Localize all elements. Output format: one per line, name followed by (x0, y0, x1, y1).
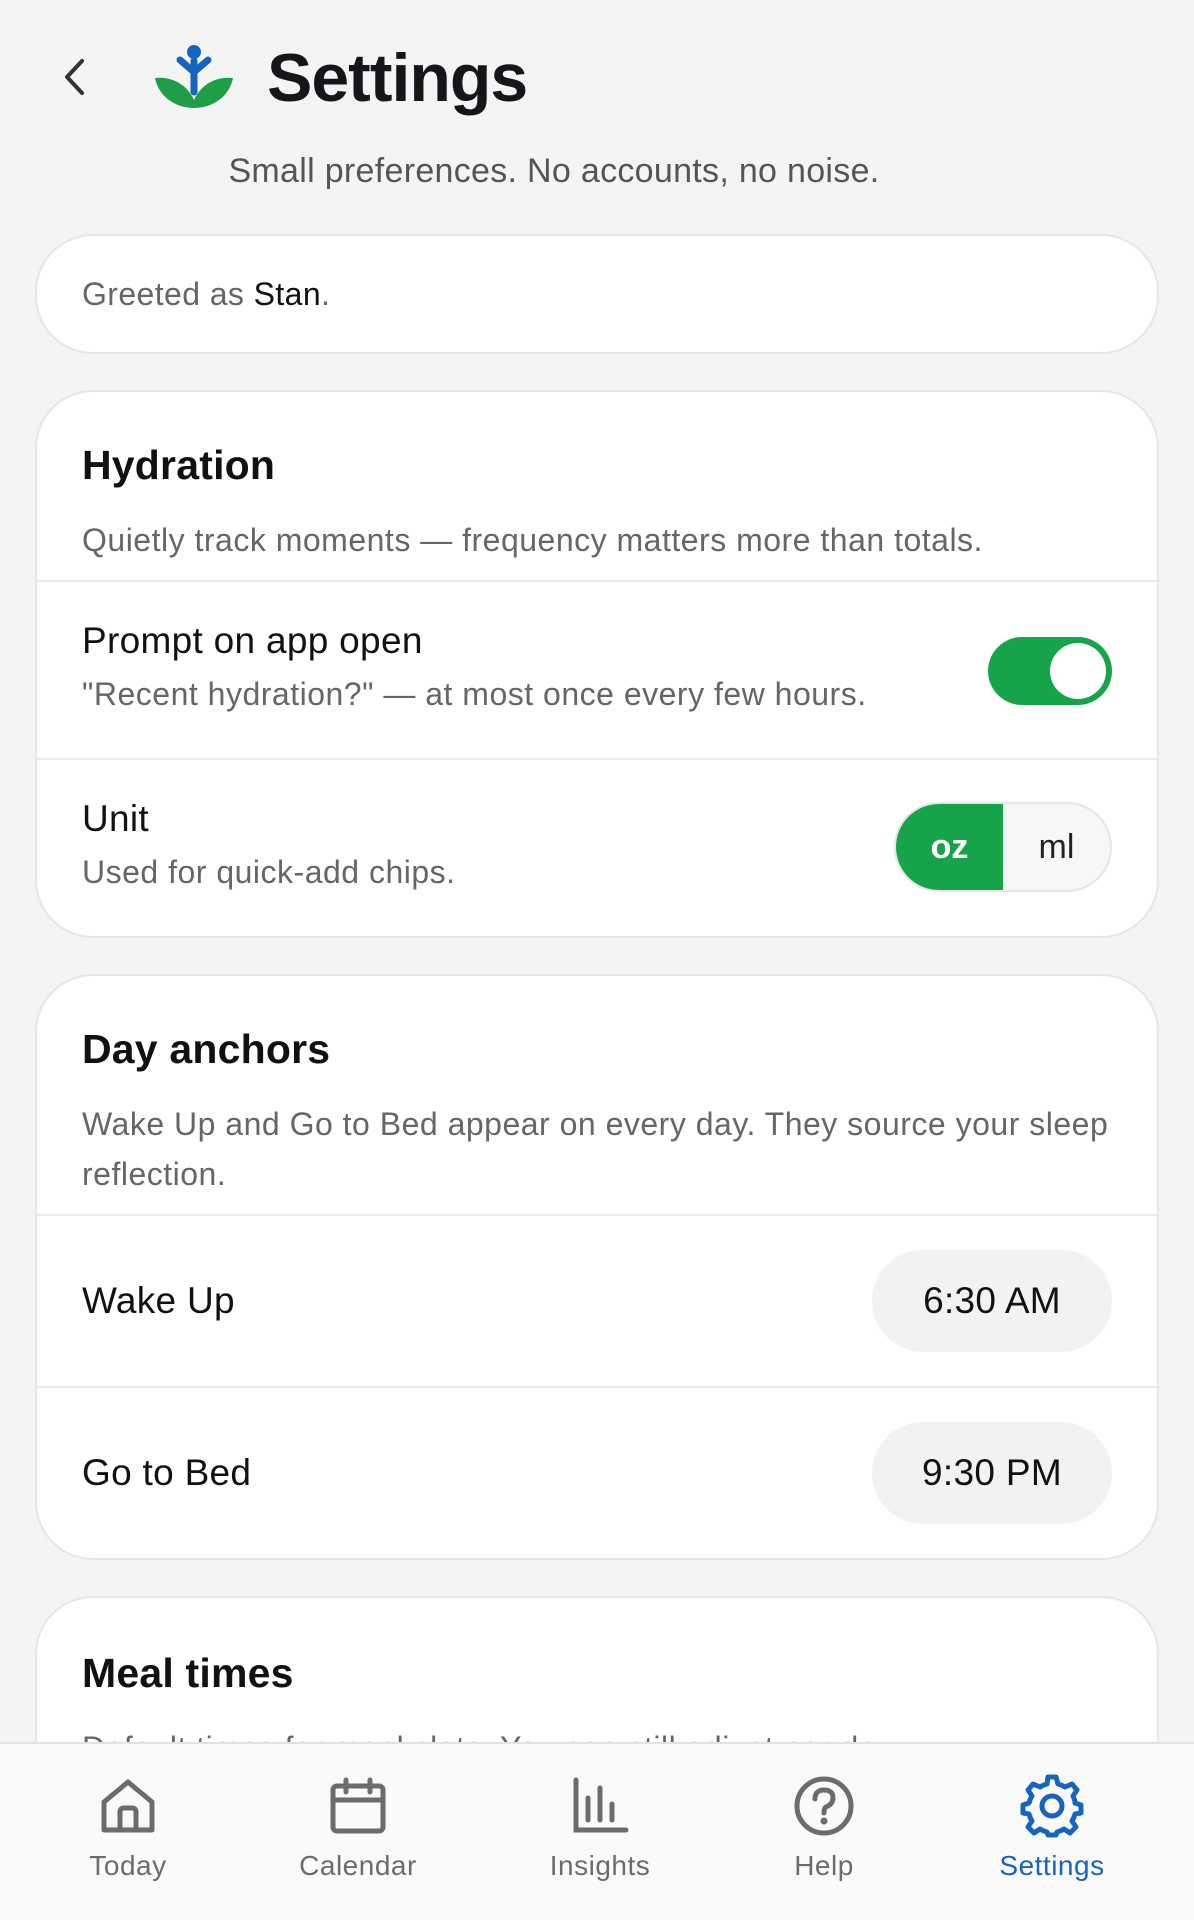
greeting-suffix: . (321, 275, 331, 312)
help-icon (792, 1774, 856, 1838)
tab-insights[interactable]: Insights (500, 1744, 700, 1920)
prompt-title: Prompt on app open (82, 620, 423, 661)
go-to-bed-row: Go to Bed 9:30 PM (37, 1388, 1157, 1558)
tab-label: Today (89, 1850, 167, 1881)
page-subtitle: Small preferences. No accounts, no noise… (228, 152, 880, 190)
wake-up-label: Wake Up (82, 1280, 235, 1321)
tab-label: Settings (999, 1850, 1105, 1881)
tab-settings[interactable]: Settings (952, 1744, 1152, 1920)
tab-label: Insights (549, 1850, 651, 1881)
header: Settings (0, 0, 1194, 150)
tab-today[interactable]: Today (28, 1744, 228, 1920)
tab-calendar[interactable]: Calendar (258, 1744, 458, 1920)
prompt-row: Prompt on app open "Recent hydration?" —… (37, 582, 1157, 758)
day-anchors-description: Wake Up and Go to Bed appear on every da… (82, 1106, 1109, 1192)
greeting-card: Greeted as Stan. (35, 234, 1159, 354)
prompt-toggle[interactable] (988, 637, 1112, 705)
page-title: Settings (267, 40, 528, 116)
unit-option-oz[interactable]: oz (896, 804, 1003, 890)
greeting-prefix: Greeted as (82, 275, 245, 312)
unit-segmented-control: oz ml (894, 802, 1112, 892)
chevron-left-icon (65, 59, 84, 95)
unit-option-ml[interactable]: ml (1003, 804, 1110, 890)
tab-help[interactable]: Help (724, 1744, 924, 1920)
prompt-subtitle: "Recent hydration?" — at most once every… (82, 676, 867, 712)
go-to-bed-label: Go to Bed (82, 1452, 252, 1493)
tab-label: Help (794, 1850, 854, 1881)
calendar-icon (326, 1774, 390, 1838)
hydration-title: Hydration (82, 442, 276, 488)
hydration-description: Quietly track moments — frequency matter… (82, 522, 983, 558)
home-icon (96, 1774, 160, 1838)
unit-row: Unit Used for quick-add chips. oz ml (37, 760, 1157, 936)
back-button[interactable] (52, 52, 96, 102)
wake-up-time-button[interactable]: 6:30 AM (872, 1250, 1112, 1352)
day-anchors-card: Day anchors Wake Up and Go to Bed appear… (35, 974, 1159, 1560)
app-logo (153, 44, 235, 110)
day-anchors-title: Day anchors (82, 1026, 331, 1072)
bar-chart-icon (568, 1774, 632, 1838)
meal-times-title: Meal times (82, 1650, 294, 1696)
bottom-tab-bar: Today Calendar Insights Help Settings (0, 1742, 1194, 1920)
hydration-card: Hydration Quietly track moments — freque… (35, 390, 1159, 938)
toggle-knob (1050, 643, 1106, 699)
tab-label: Calendar (299, 1850, 417, 1881)
gear-icon (1020, 1774, 1084, 1838)
wake-up-row: Wake Up 6:30 AM (37, 1216, 1157, 1386)
go-to-bed-time-button[interactable]: 9:30 PM (872, 1422, 1112, 1524)
greeting-name: Stan (253, 275, 322, 312)
